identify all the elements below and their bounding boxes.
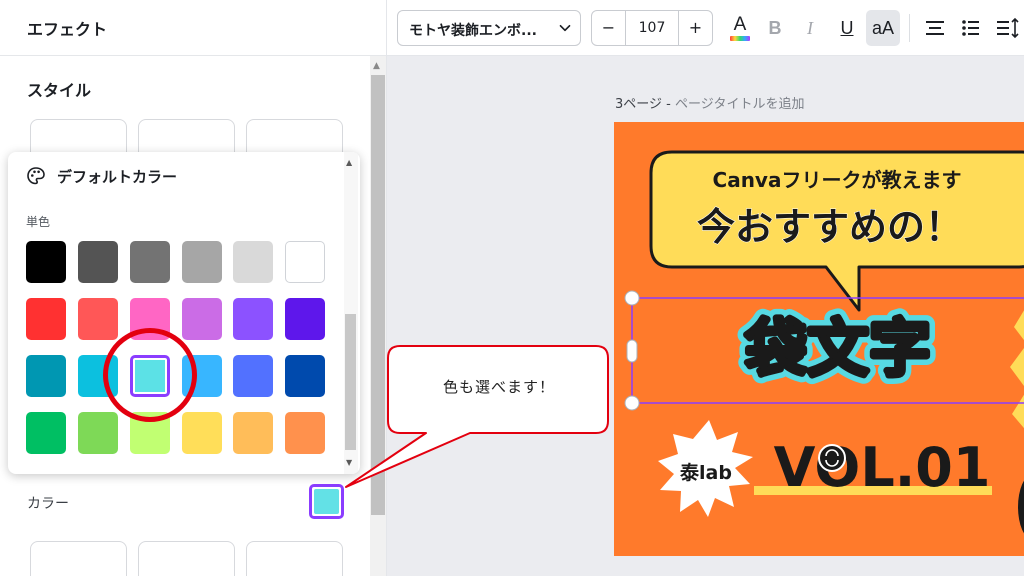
color-swatch[interactable] [182, 241, 222, 283]
color-swatch[interactable] [26, 298, 66, 340]
design-page[interactable]: Canvaフリークが教えます 今おすすめの！ 袋文字 袋文字 泰lab VOL.… [614, 122, 1024, 556]
rotate-handle[interactable] [818, 444, 846, 472]
color-swatch[interactable] [26, 241, 66, 283]
side-resize-handle[interactable] [626, 339, 638, 363]
italic-button[interactable]: I [793, 10, 827, 46]
text-toolbar: モトヤ装飾エンボ... − 107 + A B I U aA [387, 0, 1024, 56]
color-label: カラー [27, 496, 69, 512]
chevron-down-icon [559, 24, 571, 32]
vol-text[interactable]: VOL.01 [774, 436, 991, 499]
design-artwork: Canvaフリークが教えます 今おすすめの！ 袋文字 袋文字 泰lab VOL.… [624, 150, 1024, 534]
bubble-headline[interactable]: 今おすすめの！ [696, 205, 963, 250]
align-center-button[interactable] [918, 10, 952, 46]
line-spacing-icon [997, 17, 1019, 39]
callout-text: 色も選べます！ [442, 378, 555, 396]
color-swatch[interactable] [182, 355, 222, 397]
color-swatch[interactable] [26, 412, 66, 454]
color-swatch[interactable] [233, 355, 273, 397]
speech-callout [345, 345, 609, 488]
style-thumbnail[interactable] [138, 541, 235, 576]
list-icon [962, 20, 979, 36]
text-color-button[interactable]: A [723, 10, 757, 46]
zigzag-decoration [1010, 310, 1024, 429]
page-number: 3ページ - [615, 97, 675, 112]
bold-button[interactable]: B [758, 10, 792, 46]
resize-handle[interactable] [624, 395, 640, 411]
color-swatch-button[interactable] [309, 484, 344, 519]
text-color-rainbow-bar [730, 36, 750, 41]
color-swatch[interactable] [233, 298, 273, 340]
color-swatch-fill [314, 489, 339, 514]
color-swatch[interactable] [78, 298, 118, 340]
color-swatch[interactable] [26, 355, 66, 397]
page-title-input[interactable]: ページタイトルを追加 [675, 97, 804, 112]
color-swatch[interactable] [285, 412, 325, 454]
toolbar-divider [909, 14, 910, 42]
font-size-input[interactable]: 107 [626, 11, 678, 45]
letter-case-button[interactable]: aA [866, 10, 900, 46]
resize-handle[interactable] [624, 290, 640, 306]
color-swatch[interactable] [285, 241, 325, 283]
underline-button[interactable]: U [830, 10, 864, 46]
panel-title: エフェクト [27, 20, 108, 39]
color-swatch[interactable] [182, 412, 222, 454]
page-label: 3ページ - ページタイトルを追加 [615, 93, 804, 112]
corner-shape [1018, 480, 1024, 534]
font-family-value: モトヤ装飾エンボ... [409, 23, 537, 39]
style-thumbnail[interactable] [30, 541, 127, 576]
color-swatch[interactable] [285, 298, 325, 340]
color-swatch[interactable] [130, 241, 170, 283]
line-spacing-button[interactable] [990, 10, 1024, 46]
color-swatch[interactable] [130, 355, 170, 397]
color-swatch[interactable] [233, 241, 273, 283]
color-swatch[interactable] [78, 412, 118, 454]
color-swatch[interactable] [130, 412, 170, 454]
list-button[interactable] [954, 10, 988, 46]
canvas-area: 3ページ - ページタイトルを追加 Canvaフリークが教えます 今おすすめの！… [387, 56, 1024, 576]
scroll-up-arrow-icon[interactable]: ▲ [346, 158, 352, 167]
popover-title: デフォルトカラー [57, 168, 178, 186]
font-family-select[interactable]: モトヤ装飾エンボ... [397, 10, 581, 46]
color-picker-popover: デフォルトカラー 単色 ▲ ▼ [8, 152, 360, 474]
style-heading: スタイル [27, 81, 92, 100]
color-swatch[interactable] [78, 241, 118, 283]
panel-header: エフェクト [0, 0, 386, 56]
bubble-subtitle[interactable]: Canvaフリークが教えます [713, 168, 962, 192]
badge-text[interactable]: 泰lab [679, 461, 732, 484]
color-swatch[interactable] [233, 412, 273, 454]
color-swatch[interactable] [285, 355, 325, 397]
solid-colors-label: 単色 [26, 215, 51, 229]
main-title[interactable]: 袋文字 [741, 310, 933, 388]
font-size-decrease-button[interactable]: − [592, 11, 626, 45]
color-swatch[interactable] [78, 355, 118, 397]
style-thumbnail[interactable] [246, 541, 343, 576]
font-size-stepper: − 107 + [591, 10, 713, 46]
color-swatch[interactable] [182, 298, 222, 340]
palette-icon [27, 167, 45, 185]
font-size-increase-button[interactable]: + [678, 11, 712, 45]
align-center-icon [926, 21, 944, 35]
color-swatch[interactable] [130, 298, 170, 340]
scroll-up-arrow-icon[interactable]: ▲ [373, 61, 380, 71]
